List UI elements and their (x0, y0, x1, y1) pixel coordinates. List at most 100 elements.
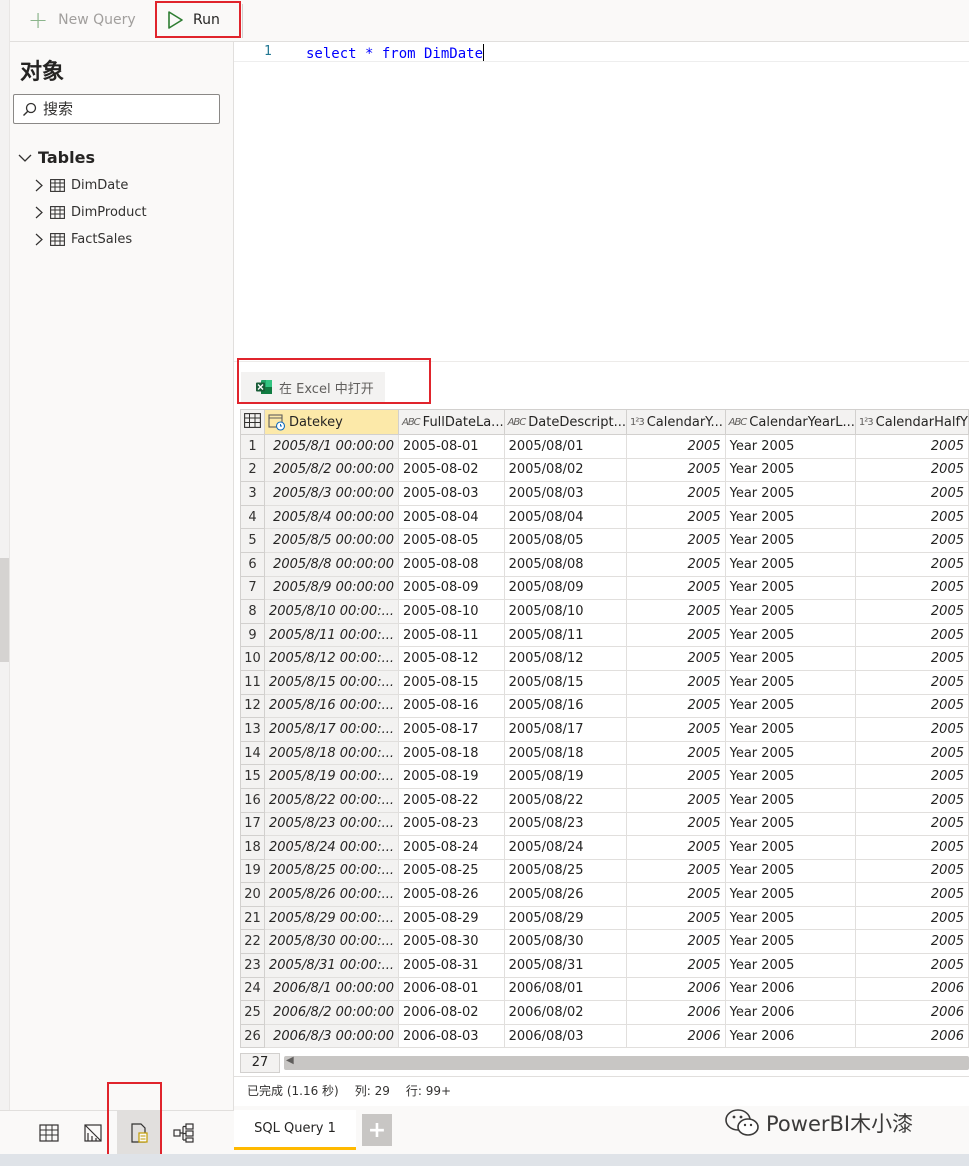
table-cell[interactable]: Year 2005 (724, 504, 856, 530)
sidebar-scroll-thumb[interactable] (0, 558, 9, 662)
table-cell[interactable]: 2005/8/17 00:00:... (263, 717, 399, 742)
table-cell[interactable]: 2005-08-08 (397, 551, 505, 577)
table-cell[interactable]: 2005/8/12 00:00:... (263, 646, 399, 671)
table-cell[interactable]: 2005 (854, 669, 969, 695)
table-cell[interactable]: 2005-08-10 (397, 599, 505, 624)
table-cell[interactable]: 2005/08/05 (503, 528, 627, 553)
table-cell[interactable]: Year 2005 (724, 599, 856, 624)
table-cell[interactable]: 2005 (854, 646, 969, 671)
table-cell[interactable]: Year 2005 (724, 481, 856, 506)
tab-sql-query-1[interactable]: SQL Query 1 (234, 1110, 356, 1150)
table-cell[interactable]: Year 2005 (724, 740, 856, 766)
table-cell[interactable]: Year 2005 (724, 693, 856, 719)
table-cell[interactable]: 2006-08-01 (397, 976, 505, 1002)
table-cell[interactable]: 2005 (854, 882, 969, 907)
table-cell[interactable]: Year 2005 (724, 717, 856, 742)
table-cell[interactable]: 2005/08/29 (503, 905, 627, 931)
table-cell[interactable]: 2005/08/10 (503, 599, 627, 624)
table-cell[interactable]: 2005 (854, 858, 969, 884)
table-cell[interactable]: 2005/08/03 (503, 481, 627, 506)
table-cell[interactable]: 2005/08/17 (503, 717, 627, 742)
table-cell[interactable]: 2005 (625, 646, 726, 671)
table-cell[interactable]: 2005/8/11 00:00:... (263, 622, 399, 648)
table-cell[interactable]: Year 2005 (724, 764, 856, 789)
table-cell[interactable]: 2005/08/08 (503, 551, 627, 577)
table-cell[interactable]: 2005 (625, 528, 726, 553)
table-cell[interactable]: 2005-08-22 (397, 787, 505, 813)
table-cell[interactable]: Year 2005 (724, 551, 856, 577)
table-cell[interactable]: 2005/08/01 (503, 434, 627, 459)
table-cell[interactable]: 2005-08-11 (397, 622, 505, 648)
table-cell[interactable]: 2005/8/10 00:00:... (263, 599, 399, 624)
table-cell[interactable]: 2005 (854, 504, 969, 530)
table-cell[interactable]: 2005/8/29 00:00:... (263, 905, 399, 931)
table-cell[interactable]: Year 2005 (724, 882, 856, 907)
add-tab-button[interactable]: + (362, 1114, 392, 1146)
table-cell[interactable]: 2005/08/16 (503, 693, 627, 719)
table-cell[interactable]: 2005 (854, 575, 969, 601)
scroll-left-arrow-icon[interactable]: ◀ (286, 1055, 294, 1066)
table-cell[interactable]: 2005 (625, 740, 726, 766)
table-cell[interactable]: 2005 (854, 599, 969, 624)
table-cell[interactable]: 2005/8/19 00:00:... (263, 764, 399, 789)
table-cell[interactable]: Year 2005 (724, 787, 856, 813)
table-cell[interactable]: 2005 (854, 481, 969, 506)
table-cell[interactable]: 2005-08-25 (397, 858, 505, 884)
table-cell[interactable]: 2005/8/31 00:00:... (263, 953, 399, 978)
query-editor[interactable]: 1 select * from DimDate (234, 42, 969, 362)
table-cell[interactable]: 2005 (625, 693, 726, 719)
table-cell[interactable]: Year 2005 (724, 434, 856, 459)
table-cell[interactable]: 2005 (625, 764, 726, 789)
column-header-datedescription[interactable]: ABC DateDescript... (503, 409, 627, 435)
column-header-fulldatelabel[interactable]: ABC FullDateLa... (397, 409, 505, 435)
table-cell[interactable]: 2005/8/4 00:00:00 (263, 504, 399, 530)
tree-group-tables[interactable]: Tables (18, 148, 95, 167)
table-cell[interactable]: 2005 (625, 434, 726, 459)
search-input[interactable] (43, 100, 203, 118)
table-cell[interactable]: 2005 (854, 740, 969, 766)
table-cell[interactable]: Year 2005 (724, 929, 856, 955)
table-cell[interactable]: 2005 (854, 787, 969, 813)
scrollbar-thumb[interactable] (284, 1056, 969, 1070)
table-cell[interactable]: 2005 (625, 905, 726, 931)
table-cell[interactable]: 2006 (854, 1000, 969, 1025)
table-cell[interactable]: Year 2005 (724, 457, 856, 483)
table-cell[interactable]: 2005 (625, 835, 726, 860)
table-cell[interactable]: 2005/8/2 00:00:00 (263, 457, 399, 483)
table-cell[interactable]: 2005/8/3 00:00:00 (263, 481, 399, 506)
table-cell[interactable]: 2005/8/26 00:00:... (263, 882, 399, 907)
table-cell[interactable]: 2005 (625, 811, 726, 837)
table-cell[interactable]: 2006 (625, 976, 726, 1002)
table-cell[interactable]: 2006/8/1 00:00:00 (263, 976, 399, 1002)
table-cell[interactable]: 2005 (854, 953, 969, 978)
table-cell[interactable]: 2005-08-30 (397, 929, 505, 955)
table-cell[interactable]: 2005 (854, 457, 969, 483)
table-cell[interactable]: 2005/08/02 (503, 457, 627, 483)
table-cell[interactable]: 2005-08-31 (397, 953, 505, 978)
table-cell[interactable]: 2005 (854, 434, 969, 459)
table-cell[interactable]: 2005/08/26 (503, 882, 627, 907)
table-cell[interactable]: 2005-08-16 (397, 693, 505, 719)
table-cell[interactable]: 2005/8/18 00:00:... (263, 740, 399, 766)
column-header-calendaryear[interactable]: 1²3 CalendarY... (625, 409, 726, 435)
table-cell[interactable]: 2005 (625, 787, 726, 813)
table-cell[interactable]: 2005/8/25 00:00:... (263, 858, 399, 884)
table-cell[interactable]: 2006-08-03 (397, 1023, 505, 1049)
table-cell[interactable]: 2005 (854, 717, 969, 742)
table-cell[interactable]: 2005 (854, 835, 969, 860)
table-cell[interactable]: 2005/8/5 00:00:00 (263, 528, 399, 553)
table-cell[interactable]: Year 2005 (724, 811, 856, 837)
data-view-button[interactable] (27, 1111, 71, 1155)
lineage-view-button[interactable] (162, 1111, 206, 1155)
table-cell[interactable]: 2005/08/11 (503, 622, 627, 648)
table-cell[interactable]: 2005 (625, 953, 726, 978)
table-cell[interactable]: Year 2005 (724, 858, 856, 884)
table-cell[interactable]: 2005 (854, 528, 969, 553)
table-cell[interactable]: Year 2005 (724, 646, 856, 671)
table-cell[interactable]: 2005-08-09 (397, 575, 505, 601)
table-cell[interactable]: 2006/08/03 (503, 1023, 627, 1049)
table-cell[interactable]: 2005/08/23 (503, 811, 627, 837)
table-cell[interactable]: 2005 (625, 575, 726, 601)
table-cell[interactable]: 2006 (625, 1000, 726, 1025)
table-cell[interactable]: 2005/8/1 00:00:00 (263, 434, 399, 459)
